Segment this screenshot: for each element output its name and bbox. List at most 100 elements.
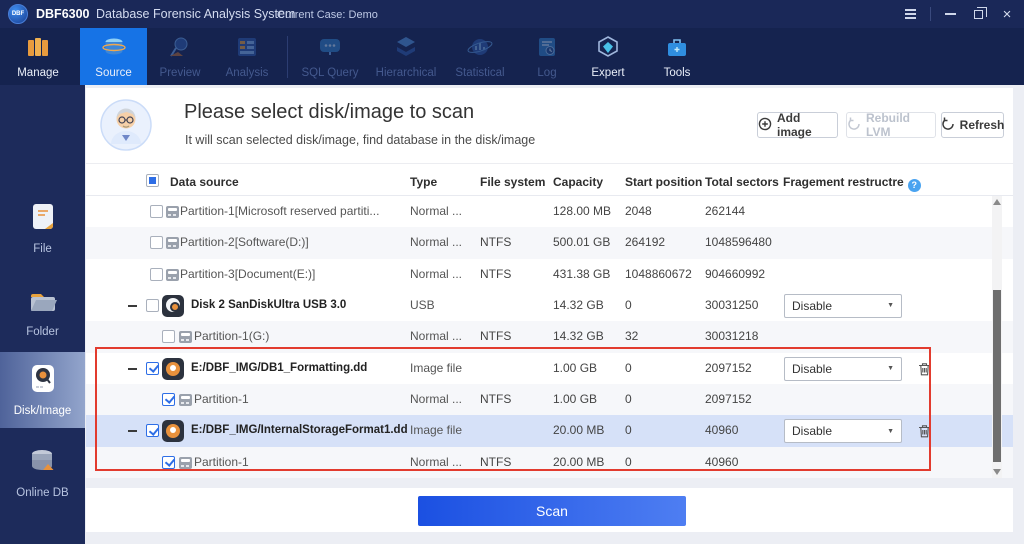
- nav-tab-preview[interactable]: Preview: [148, 28, 212, 85]
- app-logo-icon: DBF: [8, 4, 28, 24]
- col-type: Type: [410, 175, 438, 189]
- type-cell: Image file: [410, 423, 463, 438]
- start-position-cell: 0: [625, 423, 632, 438]
- manage-icon: [25, 35, 51, 64]
- sidebar-item-online-db[interactable]: Online DB: [0, 435, 85, 511]
- start-position-cell: 264192: [625, 235, 666, 250]
- nav-tab-expert[interactable]: Expert: [578, 28, 638, 85]
- app-window: DBF DBF6300 Database Forensic Analysis S…: [0, 0, 1024, 544]
- nav-tab-statistical[interactable]: Statistical: [446, 28, 514, 85]
- col-start-position: Start position: [625, 175, 703, 189]
- row-checkbox[interactable]: [162, 392, 175, 406]
- table-row[interactable]: E:/DBF_IMG/DB1_Formatting.dd Image file …: [86, 352, 1013, 384]
- minimize-button[interactable]: [938, 0, 962, 28]
- delete-icon[interactable]: [916, 361, 932, 377]
- nav-divider: [287, 36, 288, 78]
- menu-icon[interactable]: [897, 0, 923, 28]
- delete-icon[interactable]: [916, 423, 932, 439]
- file-system-cell: NTFS: [480, 266, 512, 281]
- partition-icon: [179, 456, 192, 469]
- scan-button[interactable]: Scan: [418, 496, 686, 526]
- total-sectors-cell: 30031250: [705, 297, 759, 312]
- top-navbar: Manage Source Preview Analysis SQL Query…: [0, 28, 1024, 85]
- tools-icon: [664, 35, 690, 64]
- table-row[interactable]: Partition-1(G:) Normal ... NTFS 14.32 GB…: [86, 321, 1013, 353]
- chevron-down-icon: ▼: [887, 427, 894, 435]
- row-checkbox[interactable]: [150, 267, 163, 281]
- row-checkbox[interactable]: [162, 330, 175, 344]
- scroll-down-icon[interactable]: [993, 469, 1001, 475]
- type-cell: Normal ...: [410, 266, 463, 281]
- row-checkbox[interactable]: [146, 298, 159, 312]
- data-source-cell: Disk 2 SanDiskUltra USB 3.0: [191, 298, 347, 311]
- expert-icon: [595, 35, 621, 64]
- table-row[interactable]: Partition-1 Normal ... NTFS 20.00 MB 0 4…: [86, 446, 1013, 478]
- type-cell: Normal ...: [410, 235, 463, 250]
- file-system-cell: NTFS: [480, 329, 512, 344]
- nav-tab-hierarchical[interactable]: Hierarchical: [368, 28, 444, 85]
- table-row[interactable]: Partition-1 Normal ... NTFS 1.00 GB 0 20…: [86, 383, 1013, 416]
- row-checkbox[interactable]: [146, 424, 159, 438]
- table-scrollbar[interactable]: [992, 196, 1002, 478]
- nav-tab-source[interactable]: Source: [80, 28, 147, 85]
- scrollbar-thumb[interactable]: [993, 290, 1001, 462]
- fragment-restructure-select[interactable]: Disable ▼: [784, 419, 902, 444]
- sidebar-item-file[interactable]: File: [0, 190, 85, 266]
- sidebar-item-folder[interactable]: Folder: [0, 275, 85, 351]
- type-cell: Normal ...: [410, 454, 463, 469]
- nav-tab-manage[interactable]: Manage: [6, 28, 70, 85]
- refresh-button[interactable]: Refresh: [941, 112, 1004, 138]
- row-checkbox[interactable]: [150, 236, 163, 250]
- collapse-toggle-icon[interactable]: [128, 367, 137, 370]
- row-checkbox[interactable]: [150, 205, 163, 218]
- col-fragment-restructure: Fragement restructre?: [783, 175, 921, 192]
- start-position-cell: 0: [625, 360, 632, 375]
- col-file-system: File system: [480, 175, 546, 189]
- table-row[interactable]: Partition-3[Document(E:)] Normal ... NTF…: [86, 258, 1013, 290]
- start-position-cell: 2048: [625, 204, 652, 218]
- image-icon: [162, 420, 184, 443]
- table-row[interactable]: Partition-1[Microsoft reserved partiti..…: [86, 196, 1013, 228]
- table-row[interactable]: E:/DBF_IMG/InternalStorageFormat1.dd Ima…: [86, 415, 1013, 447]
- nav-tab-analysis[interactable]: Analysis: [215, 28, 279, 85]
- scroll-up-icon[interactable]: [993, 199, 1001, 205]
- file-system-cell: NTFS: [480, 235, 512, 250]
- select-all-checkbox[interactable]: [146, 174, 159, 187]
- collapse-toggle-icon[interactable]: [128, 304, 137, 307]
- current-case-label: Current Case: Demo: [277, 9, 378, 21]
- titlebar-divider: [930, 7, 931, 21]
- table-row[interactable]: Disk 2 SanDiskUltra USB 3.0 USB 14.32 GB…: [86, 289, 1013, 322]
- nav-tab-tools[interactable]: Tools: [648, 28, 706, 85]
- nav-tab-log[interactable]: Log: [522, 28, 572, 85]
- row-checkbox[interactable]: [146, 361, 159, 375]
- table-row[interactable]: Partition-2[Software(D:)] Normal ... NTF…: [86, 227, 1013, 259]
- start-position-cell: 0: [625, 454, 632, 469]
- row-checkbox[interactable]: [162, 455, 175, 469]
- capacity-cell: 500.01 GB: [553, 235, 611, 250]
- fragment-restructure-select[interactable]: Disable ▼: [784, 293, 902, 318]
- fragment-restructure-select[interactable]: Disable ▼: [784, 356, 902, 381]
- data-source-cell: Partition-1[Microsoft reserved partiti..…: [180, 204, 380, 218]
- rebuild-lvm-button[interactable]: Rebuild LVM: [846, 111, 936, 139]
- assistant-avatar: [100, 99, 152, 156]
- col-data-source: Data source: [170, 175, 239, 189]
- nav-tab-sql-query[interactable]: SQL Query: [296, 28, 364, 85]
- file-system-cell: NTFS: [480, 454, 512, 469]
- data-source-cell: E:/DBF_IMG/InternalStorageFormat1.dd: [191, 424, 407, 437]
- total-sectors-cell: 40960: [705, 423, 739, 438]
- disk-image-icon: [29, 364, 57, 399]
- partition-icon: [166, 206, 179, 218]
- online-db-icon: [28, 448, 58, 481]
- type-cell: USB: [410, 297, 435, 312]
- info-icon[interactable]: ?: [907, 179, 921, 192]
- table-header: Data source Type File system Capacity St…: [86, 170, 1013, 196]
- close-button[interactable]: ×: [994, 0, 1020, 28]
- maximize-button[interactable]: [966, 0, 990, 28]
- total-sectors-cell: 262144: [705, 204, 746, 218]
- total-sectors-cell: 30031218: [705, 329, 759, 344]
- sql-query-icon: [317, 35, 343, 64]
- preview-icon: [167, 35, 193, 64]
- collapse-toggle-icon[interactable]: [128, 430, 137, 433]
- add-image-button[interactable]: Add image: [757, 111, 838, 139]
- sidebar-item-disk-image[interactable]: Disk/Image: [0, 352, 85, 428]
